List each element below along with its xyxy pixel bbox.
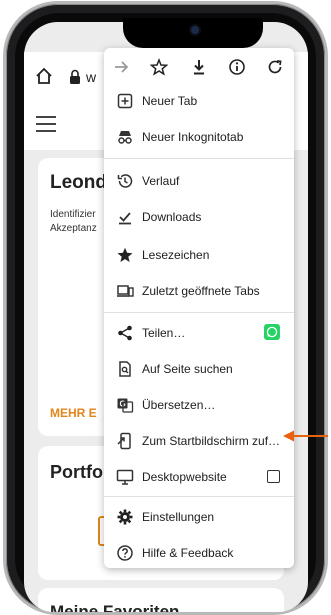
menu-item-label: Einstellungen xyxy=(142,510,215,524)
card-title: Leond xyxy=(50,172,107,193)
more-link[interactable]: MEHR E xyxy=(50,406,97,420)
history-icon xyxy=(117,174,133,188)
phone-notch xyxy=(123,18,263,48)
whatsapp-glyph xyxy=(266,326,278,338)
menu-item-label: Lesezeichen xyxy=(142,248,210,262)
menu-item-label: Neuer Tab xyxy=(142,94,198,108)
menu-divider xyxy=(104,158,294,159)
front-camera xyxy=(191,26,199,34)
menu-item-share[interactable]: Teilen… xyxy=(104,316,294,350)
menu-toolbar xyxy=(104,48,294,86)
menu-item-label: Hilfe & Feedback xyxy=(142,546,234,560)
forward-icon[interactable] xyxy=(112,58,130,76)
translate-icon: G xyxy=(117,398,134,413)
card-description-line: Akzeptanz xyxy=(50,223,97,234)
card-description: Identifizier Akzeptanz xyxy=(50,208,110,236)
whatsapp-icon[interactable] xyxy=(264,324,280,340)
help-icon xyxy=(117,545,133,561)
desktop-site-checkbox[interactable] xyxy=(267,470,280,483)
desktop-icon xyxy=(116,469,134,485)
menu-item-label: Desktopwebsite xyxy=(142,470,227,484)
menu-item-label: Übersetzen… xyxy=(142,398,216,412)
menu-item-new-tab[interactable]: Neuer Tab xyxy=(104,84,294,118)
menu-item-history[interactable]: Verlauf xyxy=(104,164,294,198)
reload-icon[interactable] xyxy=(266,58,284,76)
menu-item-settings[interactable]: Einstellungen xyxy=(104,500,294,534)
menu-item-new-incognito-tab[interactable]: Neuer Inkognitotab xyxy=(104,120,294,154)
url-text[interactable]: w xyxy=(86,69,96,85)
menu-item-label: Downloads xyxy=(142,210,202,224)
card-favorites: Meine Favoriten xyxy=(38,588,284,612)
menu-divider xyxy=(104,496,294,497)
home-icon[interactable] xyxy=(34,66,54,86)
menu-item-bookmarks[interactable]: Lesezeichen xyxy=(104,238,294,272)
card-title: Portfo xyxy=(50,462,103,482)
menu-item-downloads[interactable]: Downloads xyxy=(104,200,294,234)
recent-tabs-icon xyxy=(117,285,134,297)
info-icon[interactable] xyxy=(228,58,246,76)
browser-overflow-menu: Neuer Tab Neuer Inkognitotab Verlauf Dow… xyxy=(104,48,294,568)
menu-item-label: Neuer Inkognitotab xyxy=(142,130,244,144)
incognito-icon xyxy=(118,131,132,144)
bookmarks-icon xyxy=(117,247,133,262)
settings-icon xyxy=(117,509,133,525)
share-icon xyxy=(118,325,132,341)
annotation-arrow-icon xyxy=(283,430,328,442)
menu-item-help-feedback[interactable]: Hilfe & Feedback xyxy=(104,536,294,570)
downloads-icon xyxy=(119,212,131,225)
menu-item-label: Auf Seite suchen xyxy=(142,362,233,376)
menu-item-label: Zuletzt geöffnete Tabs xyxy=(142,284,260,298)
card-description-line: Identifizier xyxy=(50,209,96,220)
add-to-home-icon xyxy=(117,432,131,450)
menu-item-label: Zum Startbildschirm zuf… xyxy=(142,434,281,448)
download-icon[interactable] xyxy=(190,58,208,76)
menu-item-add-to-home-screen[interactable]: Zum Startbildschirm zuf… xyxy=(104,424,294,458)
hamburger-menu-icon[interactable] xyxy=(36,116,56,132)
find-in-page-icon xyxy=(119,361,131,377)
menu-item-desktop-site[interactable]: Desktopwebsite xyxy=(104,460,294,494)
new-tab-icon xyxy=(117,93,133,109)
lock-icon xyxy=(70,69,80,84)
star-icon[interactable] xyxy=(150,58,168,76)
card-title: Meine Favoriten xyxy=(50,602,180,612)
menu-item-label: Verlauf xyxy=(142,174,180,188)
menu-item-find-in-page[interactable]: Auf Seite suchen xyxy=(104,352,294,386)
menu-item-label: Teilen… xyxy=(142,326,186,340)
menu-divider xyxy=(104,312,294,313)
menu-item-recent-tabs[interactable]: Zuletzt geöffnete Tabs xyxy=(104,274,294,308)
menu-item-translate[interactable]: G Übersetzen… xyxy=(104,388,294,422)
